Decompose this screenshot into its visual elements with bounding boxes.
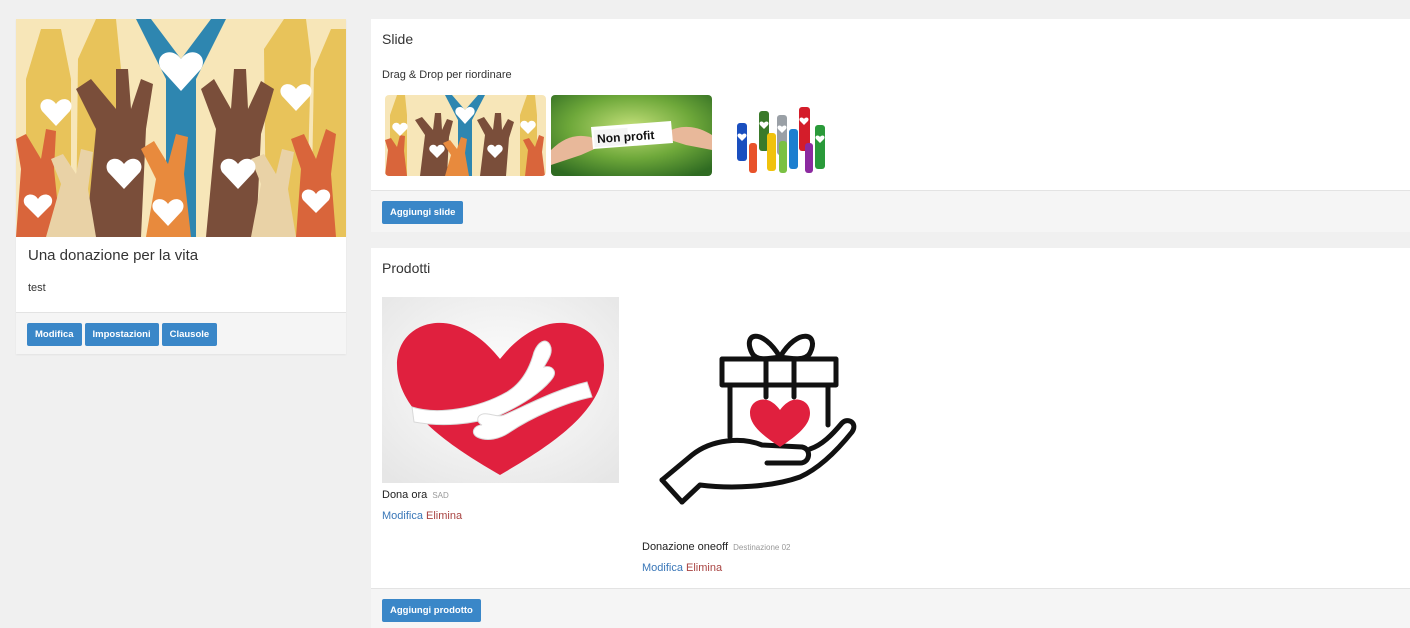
product-card: Dona ora SAD Modifica Elimina	[382, 297, 619, 522]
slide-panel: Slide Drag & Drop per riordinare Non pro…	[371, 19, 1410, 232]
slide-panel-footer: Aggiungi slide	[371, 190, 1410, 232]
drag-drop-hint: Drag & Drop per riordinare	[382, 69, 512, 81]
campaign-title: Una donazione per la vita	[28, 247, 199, 264]
product-card: Donazione oneoff Destinazione 02 Modific…	[642, 297, 879, 574]
slide-list: Non profit	[385, 95, 878, 176]
slide-thumbnail-nonprofit[interactable]: Non profit	[551, 95, 712, 176]
product-name: Dona ora	[382, 489, 428, 501]
edit-product-link[interactable]: Modifica	[382, 510, 423, 522]
slide-thumbnail-hands[interactable]	[385, 95, 546, 176]
add-product-button[interactable]: Aggiungi prodotto	[382, 599, 481, 622]
slide-thumbnail-colored-hands[interactable]	[717, 95, 878, 176]
product-name: Donazione oneoff	[642, 541, 729, 553]
product-tag: SAD	[432, 491, 449, 500]
product-tag: Destinazione 02	[733, 543, 791, 552]
delete-product-link[interactable]: Elimina	[426, 510, 462, 522]
products-panel-footer: Aggiungi prodotto	[371, 588, 1410, 628]
add-slide-button[interactable]: Aggiungi slide	[382, 201, 464, 224]
clauses-button[interactable]: Clausole	[161, 323, 218, 346]
edit-campaign-button[interactable]: Modifica	[27, 323, 82, 346]
campaign-card: Una donazione per la vita test Modifica …	[16, 19, 346, 354]
delete-product-link[interactable]: Elimina	[686, 562, 722, 574]
products-panel: Prodotti Dona ora SAD Modifica Elimina D…	[371, 248, 1410, 628]
campaign-description: test	[28, 282, 46, 294]
products-panel-title: Prodotti	[382, 260, 431, 276]
product-image-gift-hand	[642, 297, 879, 541]
edit-product-link[interactable]: Modifica	[642, 562, 683, 574]
settings-button[interactable]: Impostazioni	[84, 323, 159, 346]
campaign-hero-image	[16, 19, 346, 237]
product-image-heart-hug	[382, 297, 619, 483]
campaign-actions: Modifica Impostazioni Clausole	[16, 312, 346, 354]
slide-panel-title: Slide	[382, 31, 414, 47]
